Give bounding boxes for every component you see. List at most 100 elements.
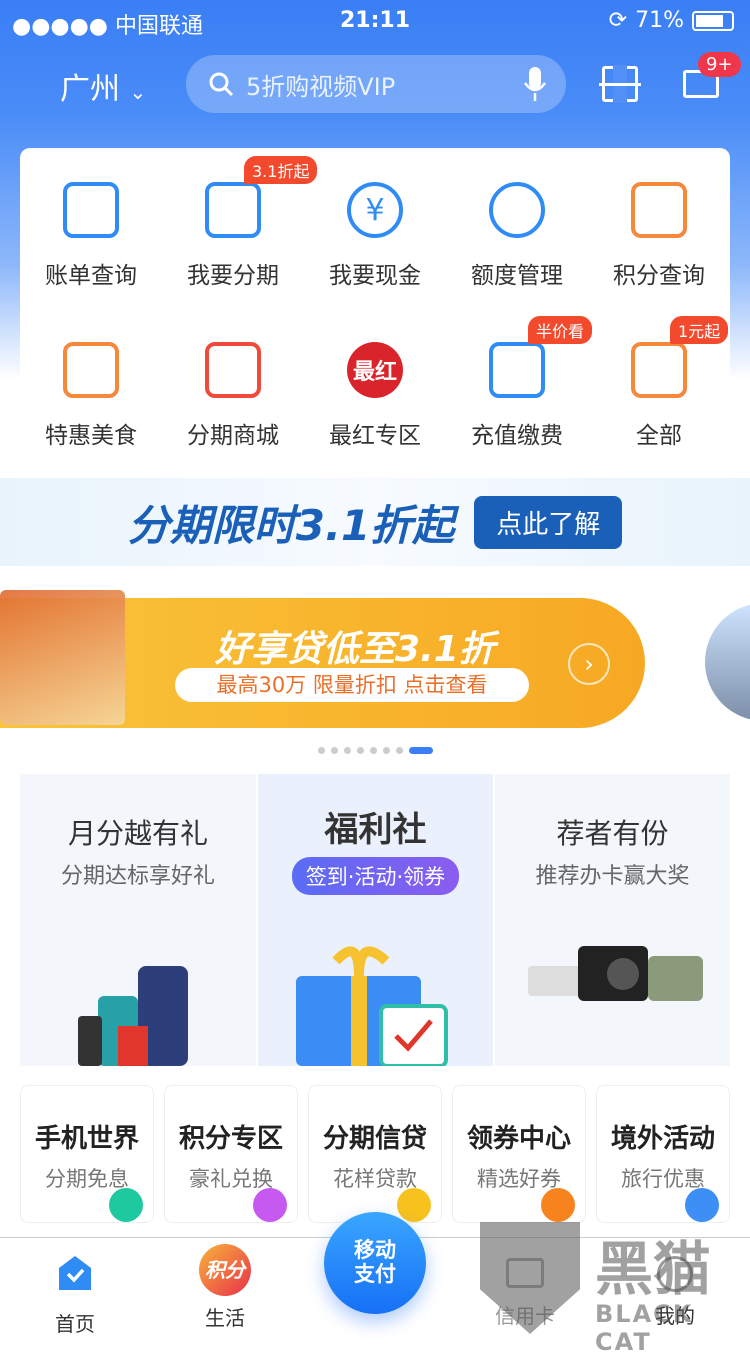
shopping-bag-icon [205,342,261,398]
shortcut-icon [541,1188,575,1222]
chevron-down-icon: ⌄ [129,80,147,104]
watermark-cn: 黑猫 [595,1235,712,1303]
panel-welfare[interactable]: 福利社 签到·活动·领券 [258,774,493,1066]
yuan-icon: ¥ [347,182,403,238]
panel-monthly-gift[interactable]: 月分越有礼 分期达标享好礼 [20,774,256,1066]
bill-search-icon [63,182,119,238]
service-grid-card: 账单查询 我要分期 3.1折起 ¥ 我要现金 额度管理 积分查询特惠美食 分期商城 最红 最红专区… [20,148,730,470]
grid-item-7[interactable]: 最红 最红专区 [304,342,446,450]
carousel-dot[interactable] [408,747,433,754]
grid-item-4[interactable]: 积分查询 [588,182,730,290]
banner-title: 分期限时3.1折起 [127,500,455,550]
tab-home[interactable]: 首页 [0,1238,150,1337]
carousel-dot[interactable] [317,747,325,754]
shortcut-icon [253,1188,287,1222]
grid-item-3[interactable]: 额度管理 [446,182,588,290]
carousel-subtitle: 最高30万 限量折扣 点击查看 [175,668,529,702]
mobile-pay-label: 移动支付 [354,1238,396,1286]
installment-icon [205,182,261,238]
shortcut-subtitle: 精选好券 [477,1167,561,1191]
tab-label: 生活 [205,1306,245,1330]
food-cloche-icon [63,342,119,398]
shortcut-subtitle: 旅行优惠 [621,1167,705,1191]
recharge-icon [489,342,545,398]
watermark-en: BLACK CAT [595,1300,694,1356]
promo-tag: 3.1折起 [244,156,318,184]
carousel-dots [0,747,750,754]
grid-item-8[interactable]: 充值缴费 半价看 [446,316,593,450]
carousel-dot[interactable] [395,747,403,754]
status-bar: ●●●●● 中国联通 21:11 ⟳ 71% [0,8,750,39]
battery-percent: 71% [635,8,684,33]
all-grid-icon [631,342,687,398]
city-selector[interactable]: 广州 ⌄ [60,64,146,108]
shortcut-icon [685,1188,719,1222]
grid-item-1[interactable]: 我要分期 3.1折起 [162,156,318,290]
carousel-dot[interactable] [343,747,351,754]
next-slide-peek[interactable] [705,603,750,721]
carousel-dot[interactable] [382,747,390,754]
grid-item-label: 账单查询 [45,263,137,289]
carousel-dot[interactable] [369,747,377,754]
grid-item-5[interactable]: 特惠美食 [20,342,162,450]
shortcut-subtitle: 花样贷款 [333,1167,417,1191]
shortcut-title: 境外活动 [610,1124,715,1154]
panel-subtitle: 推荐办卡赢大奖 [535,864,690,889]
carousel-dot[interactable] [330,747,338,754]
microphone-icon[interactable] [524,67,546,101]
grid-item-label: 积分查询 [613,263,705,289]
shortcut-icon [109,1188,143,1222]
shortcut-title: 积分专区 [178,1124,283,1154]
camera-prizes-image [527,946,703,1001]
shortcut-card[interactable]: 分期信贷 花样贷款 [308,1085,442,1223]
panel-title: 荐者有份 [556,817,669,850]
scan-icon[interactable] [599,65,641,103]
banner-learn-more-button[interactable]: 点此了解 [474,495,623,549]
shortcut-subtitle: 豪礼兑换 [189,1167,273,1191]
quota-icon [489,182,545,238]
shortcut-icon [397,1188,431,1222]
tab-life[interactable]: 积分 生活 [150,1238,300,1331]
panel-subtitle: 签到·活动·领券 [291,857,460,895]
shortcut-card[interactable]: 境外活动 旅行优惠 [596,1085,730,1223]
panel-title: 月分越有礼 [67,817,208,850]
mail-badge: 9+ [698,52,741,77]
shortcut-card[interactable]: 手机世界 分期免息 [20,1085,154,1223]
grid-item-label: 额度管理 [471,263,563,289]
grid-item-0[interactable]: 账单查询 [20,182,162,290]
grid-item-label: 我要现金 [329,263,421,289]
promo-banner[interactable]: 分期限时3.1折起 点此了解 [0,478,750,566]
grid-item-label: 充值缴费 [471,423,563,449]
luggage-gifts-image [78,966,188,1066]
points-badge-icon: 积分 [199,1244,251,1296]
grid-item-2[interactable]: ¥ 我要现金 [304,182,446,290]
panel-referral[interactable]: 荐者有份 推荐办卡赢大奖 [495,774,730,1066]
chevron-right-icon[interactable]: › [568,643,610,685]
grid-item-9[interactable]: 全部 1元起 [588,316,730,450]
home-icon [59,1256,91,1290]
shortcut-title: 分期信贷 [322,1124,427,1154]
shortcut-card[interactable]: 领券中心 精选好券 [452,1085,586,1223]
carousel-title: 好享贷低至3.1折 [215,629,495,670]
grid-item-label: 我要分期 [187,263,279,289]
carousel-dot[interactable] [356,747,364,754]
panel-subtitle: 分期达标享好礼 [60,864,215,889]
panel-title: 福利社 [324,810,427,850]
hottest-icon: 最红 [347,342,403,398]
promo-tag: 1元起 [670,316,729,344]
shortcut-title: 手机世界 [34,1124,139,1154]
shortcut-card[interactable]: 积分专区 豪礼兑换 [164,1085,298,1223]
search-placeholder: 5折购视频VIP [246,72,396,101]
shortcut-subtitle: 分期免息 [45,1167,129,1191]
search-icon [209,72,234,97]
city-label: 广州 [60,72,120,107]
battery-icon [692,10,734,31]
grid-item-6[interactable]: 分期商城 [162,342,304,450]
blackcat-watermark: 黑猫 BLACK CAT [480,1222,750,1356]
grid-item-label: 全部 [636,423,682,449]
mobile-pay-button[interactable]: 移动支付 [324,1212,426,1314]
points-search-icon [631,182,687,238]
search-input[interactable]: 5折购视频VIP [186,55,566,113]
tab-label: 首页 [55,1312,95,1336]
cat-shield-logo [480,1222,580,1334]
